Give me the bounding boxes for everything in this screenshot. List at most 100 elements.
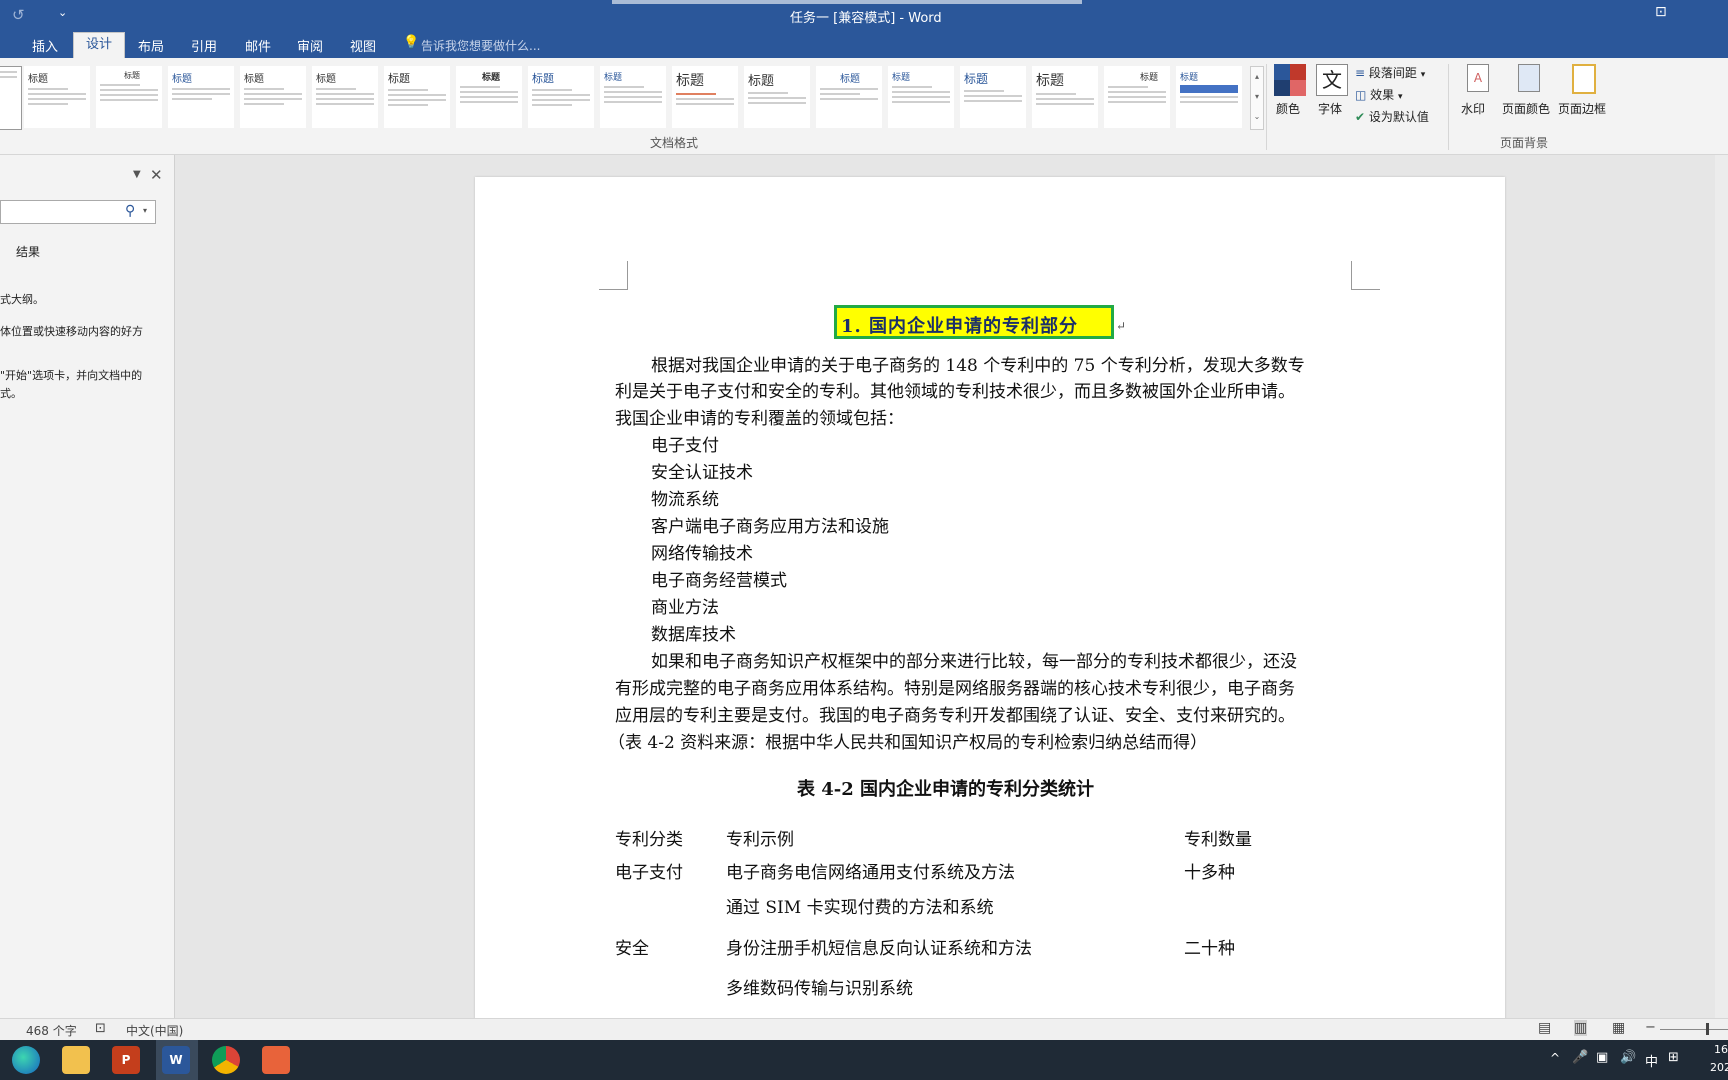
style-thumb[interactable]: 标题 bbox=[600, 66, 666, 128]
volume-icon[interactable]: 🔊 bbox=[1620, 1050, 1636, 1065]
paragraph-spacing-icon: ≡ bbox=[1355, 66, 1366, 80]
media-app-icon[interactable] bbox=[262, 1046, 290, 1074]
list-item[interactable]: 安全认证技术 bbox=[651, 458, 753, 483]
paragraph-line[interactable]: 根据对我国企业申请的关于电子商务的 148 个专利中的 75 个专利分析，发现大… bbox=[651, 351, 1305, 376]
style-thumb[interactable]: 标题 bbox=[24, 66, 90, 128]
chrome-icon[interactable] bbox=[212, 1046, 240, 1074]
read-mode-icon[interactable]: ▤ bbox=[1538, 1020, 1551, 1036]
word-icon[interactable]: W bbox=[162, 1046, 190, 1074]
style-thumb[interactable]: 标题 bbox=[1104, 66, 1170, 128]
language[interactable]: 中文(中国) bbox=[126, 1022, 183, 1039]
tab-view[interactable]: 视图 bbox=[350, 36, 376, 55]
style-thumb[interactable]: 标题 bbox=[672, 66, 738, 128]
edge-icon[interactable] bbox=[12, 1046, 40, 1074]
proofing-icon[interactable]: ⊡ bbox=[95, 1021, 106, 1036]
style-thumb[interactable]: 标题 bbox=[1176, 66, 1242, 128]
style-thumb[interactable]: 标题 bbox=[744, 66, 810, 128]
network-icon[interactable]: ▣ bbox=[1596, 1050, 1608, 1065]
paragraph-line[interactable]: 有形成完整的电子商务应用体系结构。特别是网络服务器端的核心技术专利很少，电子商务 bbox=[615, 674, 1295, 699]
list-item[interactable]: 数据库技术 bbox=[651, 620, 736, 645]
table-header[interactable]: 专利数量 bbox=[1184, 825, 1252, 850]
file-explorer-icon[interactable] bbox=[62, 1046, 90, 1074]
effects-button[interactable]: ◫ 效果 ▾ bbox=[1355, 86, 1403, 103]
paragraph-line[interactable]: 应用层的专利主要是支付。我国的电子商务专利开发都围绕了认证、安全、支付来研究的。 bbox=[615, 701, 1295, 726]
document-page[interactable]: 1. 国内企业申请的专利部分 ↵ 根据对我国企业申请的关于电子商务的 148 个… bbox=[475, 177, 1505, 1018]
title-search-box[interactable] bbox=[612, 0, 1082, 4]
tell-me-box[interactable]: 告诉我您想要做什么... bbox=[421, 37, 540, 54]
list-item[interactable]: 商业方法 bbox=[651, 593, 719, 618]
style-thumb[interactable]: 标题 bbox=[456, 66, 522, 128]
list-item[interactable]: 网络传输技术 bbox=[651, 539, 753, 564]
web-layout-icon[interactable]: ▦ bbox=[1612, 1020, 1625, 1036]
gallery-scroll[interactable]: ▴ ▾ ⌄ bbox=[1250, 66, 1264, 130]
tab-review[interactable]: 审阅 bbox=[297, 36, 323, 55]
tab-references[interactable]: 引用 bbox=[191, 36, 217, 55]
page-borders-button[interactable]: 页面边框 bbox=[1556, 62, 1610, 128]
style-thumb[interactable]: 标题 bbox=[1032, 66, 1098, 128]
set-default-button[interactable]: ✔ 设为默认值 bbox=[1355, 108, 1429, 125]
ime-mode-icon[interactable]: ⊞ bbox=[1668, 1050, 1679, 1065]
table-cell[interactable]: 安全 bbox=[615, 934, 649, 959]
watermark-button[interactable]: A 水印 bbox=[1455, 62, 1499, 128]
document-area[interactable]: 1. 国内企业申请的专利部分 ↵ 根据对我国企业申请的关于电子商务的 148 个… bbox=[175, 155, 1728, 1018]
quick-access-dropdown-icon[interactable]: ⌄ bbox=[58, 6, 67, 19]
style-thumb[interactable]: 标题 bbox=[888, 66, 954, 128]
print-layout-icon[interactable]: ▥ bbox=[1574, 1020, 1588, 1036]
vertical-scrollbar[interactable] bbox=[1715, 155, 1728, 1018]
style-thumb[interactable]: 标题 bbox=[384, 66, 450, 128]
word-count[interactable]: 468 个字 bbox=[26, 1022, 77, 1039]
tab-mailings[interactable]: 邮件 bbox=[245, 36, 271, 55]
colors-button[interactable]: 颜色 bbox=[1272, 62, 1308, 122]
chevron-down-icon[interactable]: ▾ bbox=[143, 206, 147, 215]
undo-icon[interactable]: ↺ bbox=[12, 6, 25, 24]
zoom-slider-thumb[interactable] bbox=[1706, 1023, 1709, 1035]
powerpoint-icon[interactable]: P bbox=[112, 1046, 140, 1074]
list-item[interactable]: 客户端电子商务应用方法和设施 bbox=[651, 512, 889, 537]
zoom-out-icon[interactable]: − bbox=[1645, 1020, 1656, 1035]
style-thumb[interactable] bbox=[0, 66, 22, 130]
tab-insert[interactable]: 插入 bbox=[32, 36, 58, 55]
zoom-slider[interactable] bbox=[1660, 1029, 1728, 1030]
table-cell[interactable]: 电子商务电信网络通用支付系统及方法 bbox=[726, 858, 1015, 883]
table-cell[interactable]: 通过 SIM 卡实现付费的方法和系统 bbox=[726, 893, 994, 918]
search-icon[interactable]: ⚲ bbox=[125, 203, 135, 219]
page-color-button[interactable]: 页面颜色 bbox=[1500, 62, 1558, 128]
ime-indicator[interactable]: 中 bbox=[1645, 1051, 1658, 1070]
table-cell[interactable]: 十多种 bbox=[1184, 858, 1235, 883]
table-cell[interactable]: 二十种 bbox=[1184, 934, 1235, 959]
list-item[interactable]: 物流系统 bbox=[651, 485, 719, 510]
clock-time[interactable]: 16 bbox=[1714, 1043, 1728, 1056]
table-header[interactable]: 专利示例 bbox=[726, 825, 794, 850]
pane-options-icon[interactable]: ▼ bbox=[133, 169, 141, 180]
table-cell[interactable]: 多维数码传输与识别系统 bbox=[726, 974, 913, 999]
paragraph-spacing-button[interactable]: ≡ 段落间距 ▾ bbox=[1355, 64, 1425, 81]
style-thumb[interactable]: 标题 bbox=[312, 66, 378, 128]
style-thumb[interactable]: 标题 bbox=[96, 66, 162, 128]
paragraph-line[interactable]: 利是关于电子支付和安全的专利。其他领域的专利技术很少，而且多数被国外企业所申请。 bbox=[615, 377, 1295, 402]
paragraph-line[interactable]: （表 4-2 资料来源：根据中华人民共和国知识产权局的专利检索归纳总结而得） bbox=[608, 728, 1207, 753]
paragraph-line[interactable]: 如果和电子商务知识产权框架中的部分来进行比较，每一部分的专利技术都很少，还没 bbox=[651, 647, 1297, 672]
microphone-icon[interactable]: 🎤 bbox=[1572, 1050, 1588, 1065]
table-cell[interactable]: 身份注册手机短信息反向认证系统和方法 bbox=[726, 934, 1032, 959]
style-thumb[interactable]: 标题 bbox=[816, 66, 882, 128]
close-icon[interactable]: ✕ bbox=[150, 166, 163, 184]
list-item[interactable]: 电子商务经营模式 bbox=[651, 566, 787, 591]
tab-design[interactable]: 设计 bbox=[73, 32, 126, 59]
style-thumb[interactable]: 标题 bbox=[168, 66, 234, 128]
paragraph-line[interactable]: 我国企业申请的专利覆盖的领域包括： bbox=[615, 404, 904, 429]
ribbon-display-options-icon[interactable]: ⊡ bbox=[1655, 4, 1667, 20]
heading-text[interactable]: 1. 国内企业申请的专利部分 bbox=[841, 312, 1078, 338]
nav-search-input[interactable]: ⚲ ▾ bbox=[0, 200, 156, 224]
table-title[interactable]: 表 4-2 国内企业申请的专利分类统计 bbox=[797, 775, 1094, 801]
table-cell[interactable]: 电子支付 bbox=[615, 858, 683, 883]
style-thumb[interactable]: 标题 bbox=[960, 66, 1026, 128]
clock-date[interactable]: 202 bbox=[1710, 1061, 1728, 1074]
tray-expand-icon[interactable]: ^ bbox=[1550, 1051, 1560, 1065]
list-item[interactable]: 电子支付 bbox=[651, 431, 719, 456]
nav-tab-results[interactable]: 结果 bbox=[16, 243, 40, 260]
style-thumb[interactable]: 标题 bbox=[528, 66, 594, 128]
tab-layout[interactable]: 布局 bbox=[138, 36, 164, 55]
style-thumb[interactable]: 标题 bbox=[240, 66, 306, 128]
table-header[interactable]: 专利分类 bbox=[615, 825, 683, 850]
fonts-button[interactable]: 文 字体 bbox=[1314, 62, 1350, 122]
